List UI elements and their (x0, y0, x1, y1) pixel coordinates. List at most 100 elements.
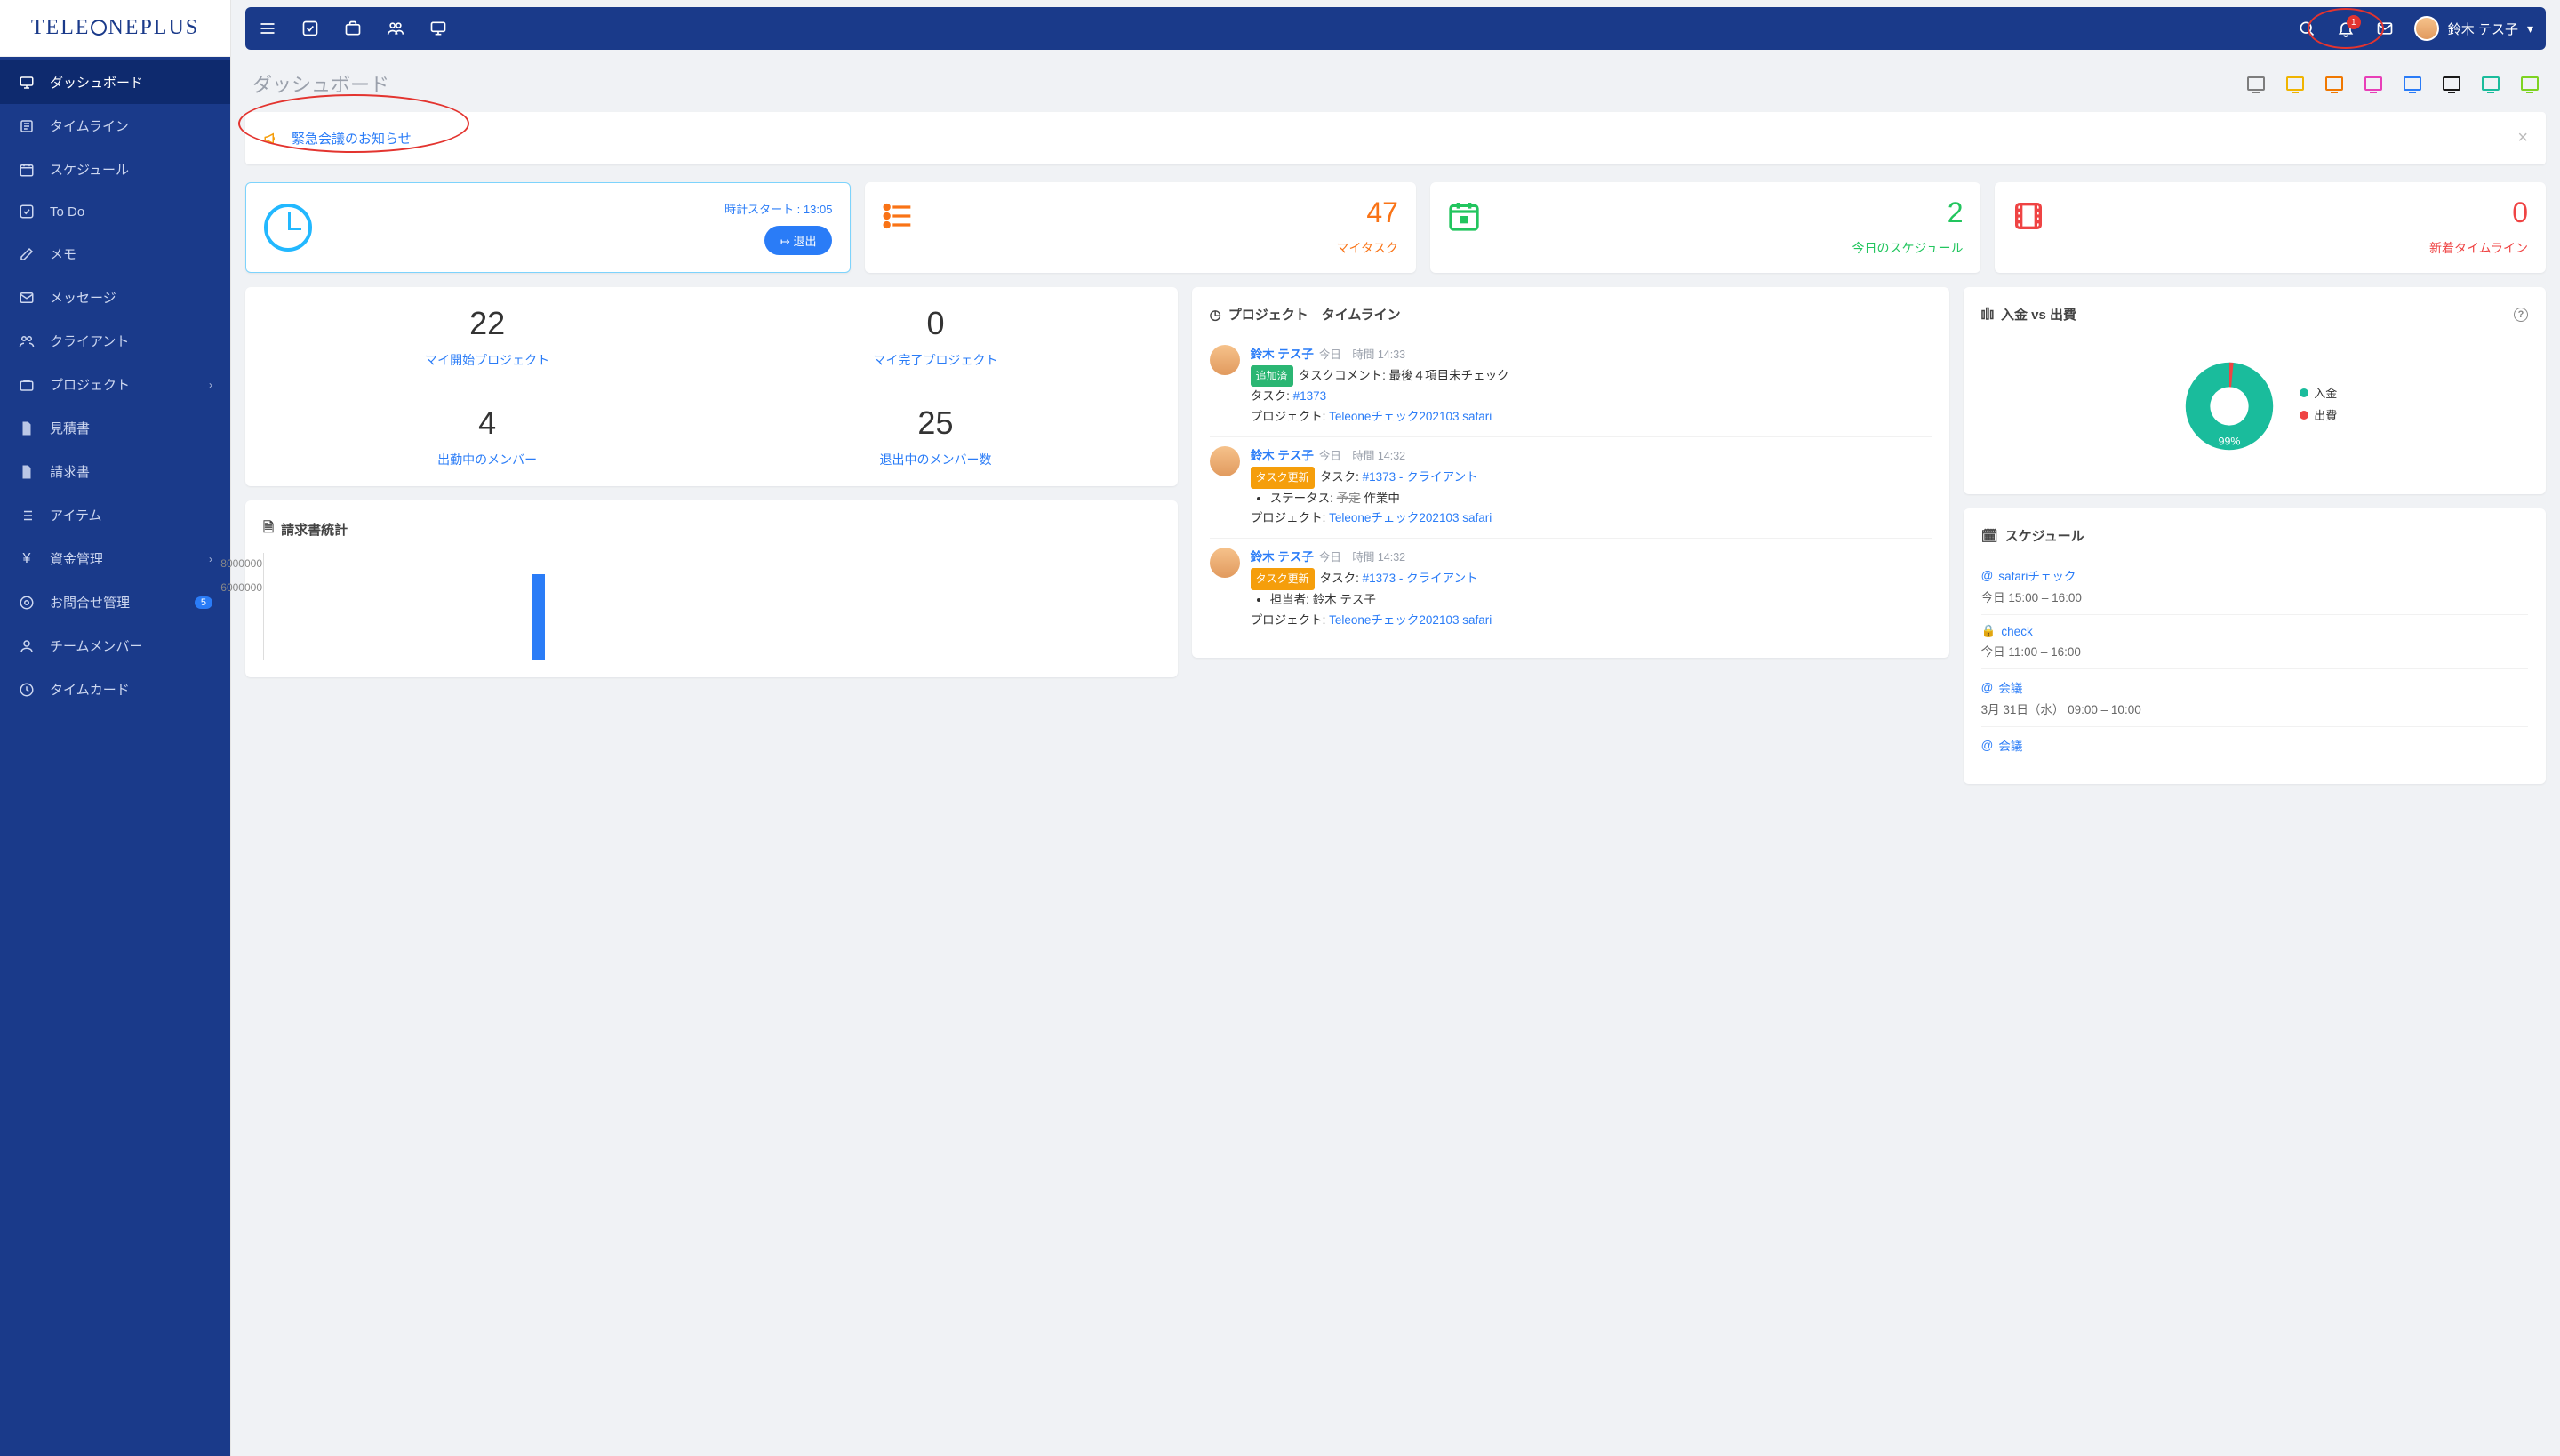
sidebar-item-2[interactable]: スケジュール (0, 148, 230, 191)
sidebar-item-10[interactable]: アイテム (0, 493, 230, 537)
project-link[interactable]: Teleoneチェック202103 safari (1329, 613, 1492, 627)
task-link[interactable]: #1373 - クライアント (1363, 470, 1478, 484)
bell-icon[interactable]: 1 (2336, 19, 2356, 38)
schedule-time: 今日 15:00 – 16:00 (1981, 588, 2528, 605)
legend-dot (2300, 388, 2308, 397)
calendar-small-icon: 🗓 (1981, 528, 1998, 544)
notice-link[interactable]: 緊急会議のお知らせ (292, 129, 412, 148)
schedule-time: 3月 31日（水） 09:00 – 10:00 (1981, 700, 2528, 717)
filter-monitor-2[interactable] (2325, 76, 2343, 91)
filter-monitor-4[interactable] (2404, 76, 2421, 91)
caret-down-icon: ▾ (2527, 21, 2533, 36)
stat-value: 47 (883, 198, 1398, 227)
stat-card-tasks[interactable]: 47マイタスク (865, 182, 1416, 273)
filter-monitor-1[interactable] (2286, 76, 2304, 91)
search-icon[interactable] (2297, 19, 2316, 38)
sidebar-item-label: アイテム (50, 506, 102, 524)
timeline-panel-title: プロジェクト タイムライン (1228, 305, 1401, 324)
users-icon[interactable] (386, 19, 405, 38)
sidebar-item-12[interactable]: お問合せ管理5 (0, 580, 230, 624)
sidebar-item-3[interactable]: To Do (0, 191, 230, 232)
at-icon: @ (1981, 681, 1994, 694)
stat-label: 新着タイムライン (2012, 239, 2528, 257)
sidebar-item-11[interactable]: ¥資金管理› (0, 537, 230, 580)
menu-icon[interactable] (258, 19, 277, 38)
briefcase-icon[interactable] (343, 19, 363, 38)
stat-card-schedule[interactable]: 2今日のスケジュール (1430, 182, 1981, 273)
sidebar-item-label: チームメンバー (50, 636, 143, 655)
sidebar-item-label: メッセージ (50, 288, 116, 307)
user-menu[interactable]: 鈴木 テス子 ▾ (2414, 16, 2533, 41)
filter-monitor-3[interactable] (2364, 76, 2382, 91)
sidebar-item-label: 請求書 (50, 462, 90, 481)
sidebar-item-13[interactable]: チームメンバー (0, 624, 230, 668)
sidebar-item-14[interactable]: タイムカード (0, 668, 230, 711)
filter-icons (2247, 76, 2539, 91)
film-icon (2011, 198, 2046, 234)
timeline-item: 鈴木 テス子今日 時間 14:32タスク更新タスク: #1373 - クライアン… (1210, 436, 1932, 538)
schedule-event-link[interactable]: @会議 (1981, 736, 2528, 754)
help-icon[interactable]: ? (2514, 308, 2528, 322)
legend-dot (2300, 411, 2308, 420)
app-logo[interactable]: TELENEPLUS (0, 0, 230, 57)
monitor-icon[interactable] (428, 19, 448, 38)
clock-card: 時計スタート : 13:05 ↦ 退出 (245, 182, 851, 273)
calendar-icon (18, 162, 36, 178)
svg-text:99%: 99% (2219, 435, 2241, 447)
briefcase-icon (18, 377, 36, 393)
schedule-item: @safariチェック今日 15:00 – 16:00 (1981, 557, 2528, 614)
sidebar-item-label: 見積書 (50, 419, 90, 437)
sidebar-item-6[interactable]: クライアント (0, 319, 230, 363)
filter-monitor-6[interactable] (2482, 76, 2500, 91)
sidebar-item-label: タイムカード (50, 680, 130, 699)
task-link[interactable]: #1373 (1293, 389, 1327, 403)
timeline-user-link[interactable]: 鈴木 テス子 (1251, 550, 1314, 564)
project-link[interactable]: Teleoneチェック202103 safari (1329, 511, 1492, 524)
file-icon (18, 420, 36, 436)
clock-small-icon: ◷ (1210, 307, 1221, 323)
filter-monitor-7[interactable] (2521, 76, 2539, 91)
filter-monitor-5[interactable] (2443, 76, 2460, 91)
dual-stat-3[interactable]: 25退出中のメンバー数 (711, 404, 1159, 468)
timeline-user-link[interactable]: 鈴木 テス子 (1251, 449, 1314, 462)
dual-stat-label: 出勤中のメンバー (263, 451, 711, 468)
mail-icon[interactable] (2375, 19, 2395, 38)
timeline-tag: タスク更新 (1251, 568, 1315, 589)
dual-stat-label: マイ完了プロジェクト (711, 351, 1159, 369)
schedule-item: 🔒check今日 11:00 – 16:00 (1981, 614, 2528, 668)
sidebar-item-label: メモ (50, 244, 76, 263)
timeline-timestamp: 今日 時間 14:32 (1319, 551, 1405, 564)
sidebar-item-0[interactable]: ダッシュボード (0, 60, 230, 104)
timeline-item: 鈴木 テス子今日 時間 14:32タスク更新タスク: #1373 - クライアン… (1210, 538, 1932, 639)
at-icon: @ (1981, 739, 1994, 752)
sidebar-item-4[interactable]: メモ (0, 232, 230, 276)
task-link[interactable]: #1373 - クライアント (1363, 572, 1478, 585)
project-stats-panel: 22マイ開始プロジェクト0 マイ完了プロジェクト 4出勤中のメンバー25退出中のメン… (245, 287, 1178, 486)
filter-monitor-0[interactable] (2247, 76, 2265, 91)
dual-stat-1[interactable]: 0 マイ完了プロジェクト (711, 305, 1159, 369)
timeline-user-link[interactable]: 鈴木 テス子 (1251, 348, 1314, 361)
stat-label: 今日のスケジュール (1448, 239, 1964, 257)
sidebar-item-5[interactable]: メッセージ (0, 276, 230, 319)
notice-banner: 緊急会議のお知らせ × (245, 112, 2546, 164)
dual-stat-2[interactable]: 4出勤中のメンバー (263, 404, 711, 468)
schedule-event-link[interactable]: 🔒check (1981, 624, 2528, 638)
exit-button[interactable]: ↦ 退出 (764, 226, 833, 255)
schedule-event-link[interactable]: @会議 (1981, 678, 2528, 696)
sidebar-item-7[interactable]: プロジェクト› (0, 363, 230, 406)
dual-stat-value: 25 (711, 404, 1159, 442)
dual-stat-0[interactable]: 22マイ開始プロジェクト (263, 305, 711, 369)
users-icon (18, 333, 36, 349)
schedule-event-link[interactable]: @safariチェック (1981, 566, 2528, 584)
dual-stat-value: 0 (711, 305, 1159, 342)
project-link[interactable]: Teleoneチェック202103 safari (1329, 410, 1492, 423)
close-icon[interactable]: × (2517, 128, 2528, 148)
bar-chart: 60000008000000 (263, 553, 1160, 660)
sidebar: TELENEPLUS ダッシュボードタイムラインスケジュールTo Do メモメッセ… (0, 0, 231, 1456)
avatar (1210, 345, 1240, 375)
sidebar-item-9[interactable]: 請求書 (0, 450, 230, 493)
stat-card-timeline[interactable]: 0新着タイムライン (1995, 182, 2546, 273)
sidebar-item-8[interactable]: 見積書 (0, 406, 230, 450)
sidebar-item-1[interactable]: タイムライン (0, 104, 230, 148)
check-icon[interactable] (300, 19, 320, 38)
